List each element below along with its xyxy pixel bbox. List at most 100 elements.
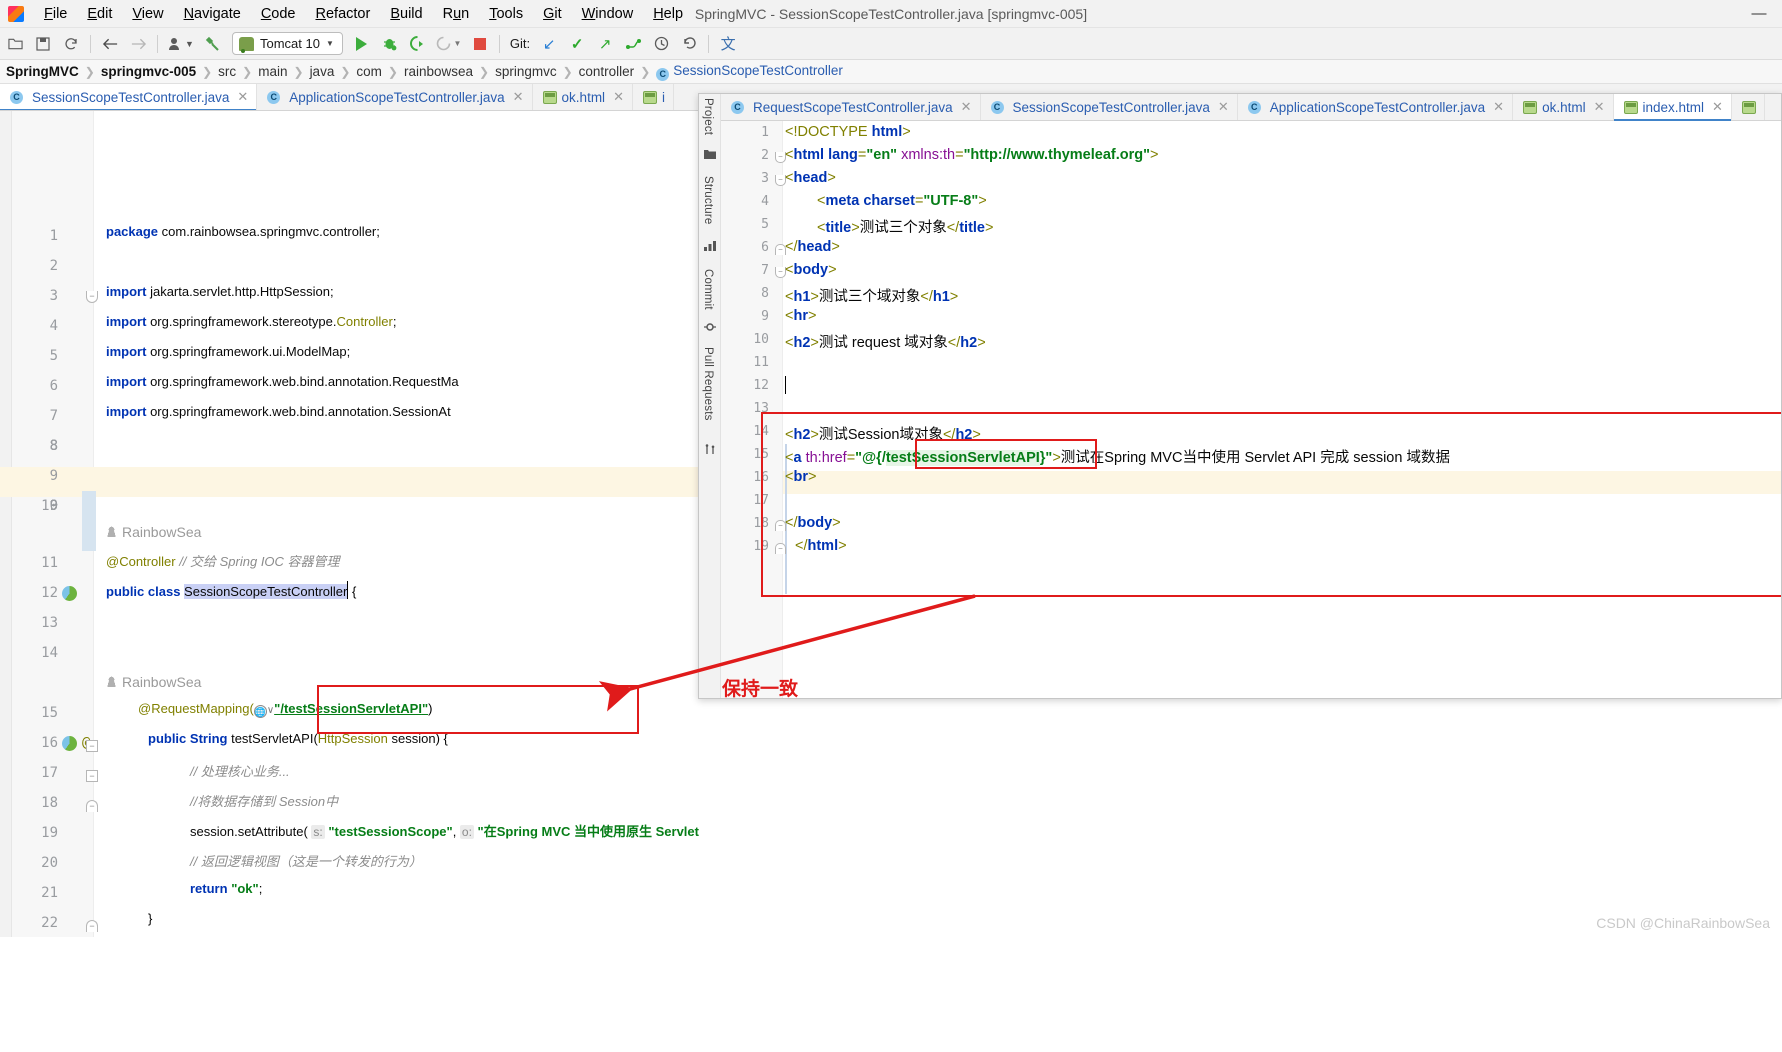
spring-mapping-icon[interactable] bbox=[62, 736, 80, 754]
breadcrumb-item-rainbowsea[interactable]: rainbowsea bbox=[398, 64, 479, 79]
breadcrumb-item-src[interactable]: src bbox=[212, 64, 242, 79]
close-icon[interactable]: ✕ bbox=[1712, 99, 1723, 115]
folder-icon[interactable] bbox=[704, 148, 716, 160]
fold-icon[interactable]: − bbox=[86, 800, 98, 812]
undo-icon[interactable] bbox=[676, 31, 702, 57]
stop-icon[interactable] bbox=[467, 31, 493, 57]
run-icon[interactable] bbox=[349, 31, 375, 57]
fold-icon[interactable]: − bbox=[86, 920, 98, 932]
breadcrumb-item-project[interactable]: SpringMVC bbox=[0, 64, 85, 79]
intellij-logo-icon bbox=[8, 5, 24, 22]
main-toolbar[interactable]: ▼ Tomcat 10 ▼ ▼ Git: ↙ ✓ ↗ 文 bbox=[0, 28, 1782, 60]
tab-session-scope-test-controller-right[interactable]: C SessionScopeTestController.java ✕ bbox=[980, 94, 1238, 120]
window-controls[interactable]: — bbox=[1742, 1, 1782, 27]
menu-item-tools[interactable]: Tools bbox=[479, 3, 533, 25]
close-icon[interactable]: ✕ bbox=[1218, 99, 1229, 115]
build-hammer-icon[interactable] bbox=[200, 31, 226, 57]
menu-item-navigate[interactable]: Navigate bbox=[174, 3, 251, 25]
menu-item-file[interactable]: File bbox=[34, 3, 77, 25]
java-class-icon: C bbox=[731, 100, 744, 114]
profile-icon[interactable]: ▼ bbox=[164, 31, 198, 57]
fold-icon[interactable]: − bbox=[86, 770, 98, 782]
tab-session-scope-test-controller[interactable]: C SessionScopeTestController.java ✕ bbox=[0, 84, 258, 110]
fold-icon[interactable]: − bbox=[86, 740, 98, 752]
java-class-icon: C bbox=[267, 90, 281, 104]
author-annotation[interactable]: RainbowSea bbox=[106, 674, 201, 690]
tab-label: ApplicationScopeTestController.java bbox=[289, 89, 505, 105]
menu-item-run[interactable]: Run bbox=[433, 3, 480, 25]
breadcrumb-separator: ❯ bbox=[84, 64, 95, 79]
spring-bean-icon[interactable] bbox=[62, 586, 80, 604]
profiler-icon[interactable]: ▼ bbox=[433, 31, 465, 57]
back-arrow-icon[interactable] bbox=[97, 31, 123, 57]
rail-commit-label[interactable]: Commit bbox=[702, 269, 714, 310]
menu-bar[interactable]: File Edit View Navigate Code Refactor Bu… bbox=[34, 3, 693, 25]
save-icon[interactable] bbox=[30, 31, 56, 57]
breadcrumb-item-controller[interactable]: controller bbox=[573, 64, 641, 79]
line-number: 20 bbox=[41, 855, 58, 871]
tab-overflow[interactable] bbox=[1731, 94, 1765, 120]
author-annotation[interactable]: RainbowSea bbox=[106, 524, 201, 540]
history-icon[interactable] bbox=[648, 31, 674, 57]
breadcrumb[interactable]: SpringMVC ❯ springmvc-005 ❯ src ❯ main ❯… bbox=[0, 60, 1782, 84]
run-configuration-selector[interactable]: Tomcat 10 ▼ bbox=[232, 32, 343, 55]
rail-project-label[interactable]: Project bbox=[702, 98, 714, 135]
code-line-6: </head> bbox=[785, 239, 840, 255]
breadcrumb-item-java[interactable]: java bbox=[304, 64, 341, 79]
breadcrumb-item-com[interactable]: com bbox=[350, 64, 388, 79]
open-icon[interactable] bbox=[2, 31, 28, 57]
breadcrumb-item-main[interactable]: main bbox=[252, 64, 293, 79]
tab-application-scope-test-controller[interactable]: C ApplicationScopeTestController.java ✕ bbox=[257, 84, 533, 110]
menu-item-edit[interactable]: Edit bbox=[77, 3, 122, 25]
tab-ok-html[interactable]: ok.html ✕ bbox=[532, 84, 633, 110]
tool-window-rail[interactable]: Project Structure Commit Pull Requests bbox=[699, 94, 721, 698]
chevron-down-icon[interactable]: ▼ bbox=[326, 39, 334, 48]
close-icon[interactable]: ✕ bbox=[1594, 99, 1605, 115]
menu-item-window[interactable]: Window bbox=[572, 3, 644, 25]
close-icon[interactable]: ✕ bbox=[513, 89, 524, 105]
html-editor-window[interactable]: C RequestScopeTestController.java ✕ C Se… bbox=[698, 93, 1782, 699]
pull-request-icon[interactable] bbox=[704, 444, 716, 456]
rail-pull-requests-label[interactable]: Pull Requests bbox=[702, 347, 714, 421]
menu-item-git[interactable]: Git bbox=[533, 3, 572, 25]
translate-icon[interactable]: 文 bbox=[715, 31, 741, 57]
menu-item-view[interactable]: View bbox=[122, 3, 173, 25]
menu-item-refactor[interactable]: Refactor bbox=[306, 3, 381, 25]
menu-item-help[interactable]: Help bbox=[643, 3, 693, 25]
close-icon[interactable]: ✕ bbox=[1493, 99, 1504, 115]
commit-icon[interactable] bbox=[704, 321, 716, 333]
rail-structure-label[interactable]: Structure bbox=[702, 176, 714, 224]
run-with-coverage-icon[interactable] bbox=[405, 31, 431, 57]
debug-icon[interactable] bbox=[377, 31, 403, 57]
line-number: 11 bbox=[41, 555, 58, 571]
close-icon[interactable]: ✕ bbox=[613, 89, 624, 105]
minimize-button[interactable]: — bbox=[1742, 1, 1776, 27]
tab-index-html[interactable]: index.html ✕ bbox=[1613, 94, 1732, 121]
structure-icon[interactable] bbox=[704, 240, 716, 252]
sync-icon[interactable] bbox=[58, 31, 84, 57]
menu-item-build[interactable]: Build bbox=[380, 3, 432, 25]
git-commit-icon[interactable]: ✓ bbox=[564, 31, 590, 57]
tab-index-html-partial[interactable]: i bbox=[632, 84, 674, 110]
java-code-lower-final[interactable]: 9 RainbowSea 11 @Controller // 交给 Spring… bbox=[0, 111, 700, 937]
git-update-icon[interactable]: ↙ bbox=[536, 31, 562, 57]
forward-arrow-icon[interactable] bbox=[125, 31, 151, 57]
menu-item-code[interactable]: Code bbox=[251, 3, 306, 25]
breadcrumb-item-class[interactable]: C SessionScopeTestController bbox=[650, 63, 849, 81]
git-push-icon[interactable]: ↗ bbox=[592, 31, 618, 57]
close-icon[interactable]: ✕ bbox=[961, 99, 972, 115]
close-icon[interactable]: ✕ bbox=[237, 89, 248, 105]
tab-application-scope-test-controller-right[interactable]: C ApplicationScopeTestController.java ✕ bbox=[1237, 94, 1514, 120]
fold-icon[interactable]: − bbox=[775, 543, 786, 554]
tab-ok-html-right[interactable]: ok.html ✕ bbox=[1513, 94, 1614, 120]
code-line-1: <!DOCTYPE html> bbox=[785, 124, 911, 140]
code-line-10: <h2>测试 request 域对象</h2> bbox=[785, 335, 986, 351]
right-editor-tabbar[interactable]: C RequestScopeTestController.java ✕ C Se… bbox=[699, 94, 1781, 121]
git-branch-icon[interactable] bbox=[620, 31, 646, 57]
breadcrumb-item-module[interactable]: springmvc-005 bbox=[95, 64, 202, 79]
html-file-icon bbox=[1623, 100, 1638, 114]
breadcrumb-item-springmvc[interactable]: springmvc bbox=[489, 64, 563, 79]
tab-request-scope-test-controller[interactable]: C RequestScopeTestController.java ✕ bbox=[721, 94, 981, 120]
web-globe-icon[interactable]: 🌐 bbox=[253, 705, 267, 718]
param-hint-s: s: bbox=[311, 825, 325, 839]
